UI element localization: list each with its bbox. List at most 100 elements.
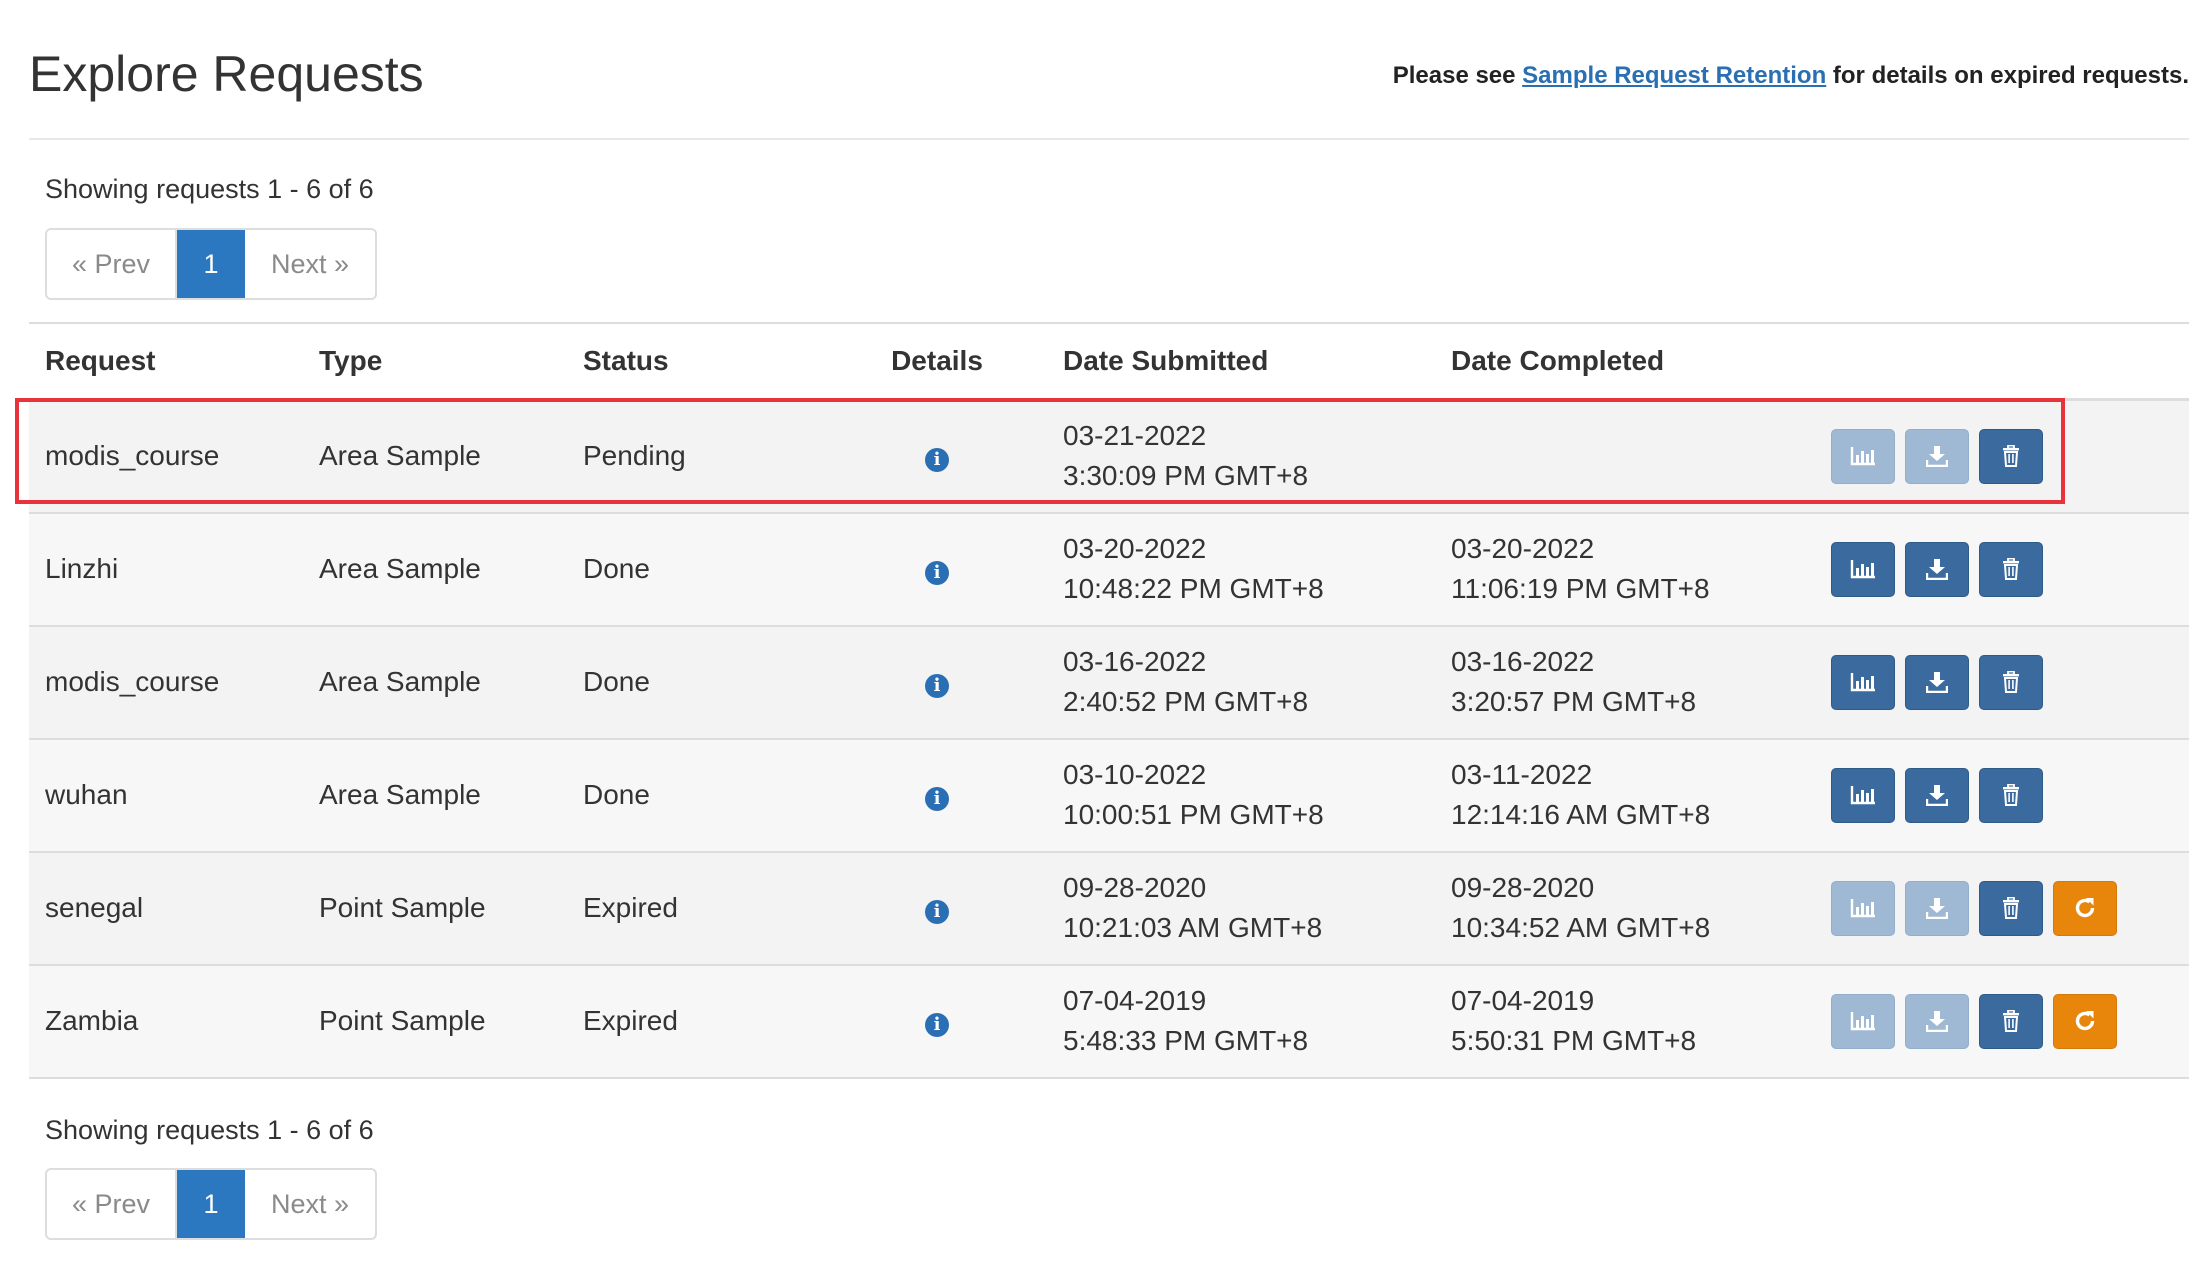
completed-date: 07-04-2019: [1451, 985, 1595, 1016]
download-button[interactable]: [1905, 993, 1969, 1049]
resubmit-button[interactable]: [2053, 880, 2117, 936]
delete-button[interactable]: [1979, 428, 2043, 484]
details-cell: i: [827, 851, 1047, 966]
view-chart-button[interactable]: [1831, 654, 1895, 710]
date-submitted-cell: 09-28-2020 10:21:03 AM GMT+8: [1047, 851, 1435, 966]
next-page-button[interactable]: Next »: [245, 1170, 375, 1238]
prev-page-button[interactable]: « Prev: [47, 1170, 177, 1238]
column-header-details: Details: [827, 323, 1047, 401]
details-cell: i: [827, 738, 1047, 853]
download-button[interactable]: [1905, 880, 1969, 936]
prev-page-button[interactable]: « Prev: [47, 230, 177, 298]
view-chart-button[interactable]: [1831, 993, 1895, 1049]
info-icon[interactable]: i: [925, 674, 949, 698]
download-button[interactable]: [1905, 654, 1969, 710]
table-header-row: Request Type Status Details Date Submitt…: [29, 323, 2189, 401]
delete-button[interactable]: [1979, 880, 2043, 936]
view-chart-button[interactable]: [1831, 767, 1895, 823]
delete-button[interactable]: [1979, 767, 2043, 823]
download-icon: [1926, 672, 1948, 693]
actions-cell: [1815, 964, 2189, 1079]
info-icon[interactable]: i: [925, 561, 949, 585]
trash-icon: [2003, 671, 2019, 693]
bar-chart-icon: [1850, 447, 1875, 466]
download-button[interactable]: [1905, 541, 1969, 597]
view-chart-button[interactable]: [1831, 880, 1895, 936]
bar-chart-icon: [1850, 673, 1875, 692]
date-submitted-cell: 03-21-2022 3:30:09 PM GMT+8: [1047, 399, 1435, 514]
column-header-status[interactable]: Status: [567, 323, 827, 401]
date-completed-cell: 03-11-2022 12:14:16 AM GMT+8: [1435, 738, 1815, 853]
request-type: Point Sample: [303, 851, 567, 966]
request-type: Area Sample: [303, 512, 567, 627]
delete-button[interactable]: [1979, 993, 2043, 1049]
download-icon: [1926, 1011, 1948, 1032]
sample-request-retention-link[interactable]: Sample Request Retention: [1522, 62, 1826, 89]
column-header-request[interactable]: Request: [29, 323, 303, 401]
bar-chart-icon: [1850, 899, 1875, 918]
request-name-link[interactable]: modis_course: [29, 625, 303, 740]
date-completed-cell: 07-04-2019 5:50:31 PM GMT+8: [1435, 964, 1815, 1079]
showing-count-top: Showing requests 1 - 6 of 6: [45, 174, 374, 204]
details-cell: i: [827, 625, 1047, 740]
date-submitted-cell: 07-04-2019 5:48:33 PM GMT+8: [1047, 964, 1435, 1079]
bar-chart-icon: [1850, 1012, 1875, 1031]
column-header-date-submitted[interactable]: Date Submitted: [1047, 323, 1435, 401]
request-type: Area Sample: [303, 625, 567, 740]
completed-time: 3:20:57 PM GMT+8: [1451, 686, 1697, 717]
submitted-time: 10:48:22 PM GMT+8: [1063, 573, 1324, 604]
trash-icon: [2003, 784, 2019, 806]
submitted-date: 03-21-2022: [1063, 420, 1207, 452]
pagination-bottom: « Prev 1 Next »: [45, 1168, 377, 1240]
submitted-time: 5:48:33 PM GMT+8: [1063, 1025, 1309, 1056]
refresh-icon: [2075, 898, 2095, 918]
completed-date: 03-20-2022: [1451, 533, 1595, 564]
request-type: Area Sample: [303, 738, 567, 853]
pagination-top: « Prev 1 Next »: [45, 228, 377, 300]
retention-note-prefix: Please see: [1392, 62, 1523, 89]
delete-button[interactable]: [1979, 541, 2043, 597]
download-button[interactable]: [1905, 428, 1969, 484]
actions-cell: [1815, 851, 2189, 966]
completed-time: 5:50:31 PM GMT+8: [1451, 1025, 1697, 1056]
info-icon[interactable]: i: [925, 448, 949, 473]
column-header-type[interactable]: Type: [303, 323, 567, 401]
date-completed-cell: 09-28-2020 10:34:52 AM GMT+8: [1435, 851, 1815, 966]
retention-note-suffix: for details on expired requests.: [1826, 62, 2189, 89]
resubmit-button[interactable]: [2053, 993, 2117, 1049]
completed-time: 11:06:19 PM GMT+8: [1451, 573, 1710, 604]
refresh-icon: [2075, 1011, 2095, 1031]
actions-cell: [1815, 512, 2189, 627]
request-status: Pending: [567, 399, 827, 514]
submitted-date: 09-28-2020: [1063, 872, 1207, 903]
submitted-date: 03-10-2022: [1063, 759, 1207, 790]
download-button[interactable]: [1905, 767, 1969, 823]
details-cell: i: [827, 399, 1047, 514]
info-icon[interactable]: i: [925, 900, 949, 924]
date-completed-cell: [1435, 399, 1815, 514]
info-icon[interactable]: i: [925, 1013, 949, 1037]
column-header-date-completed[interactable]: Date Completed: [1435, 323, 1815, 401]
view-chart-button[interactable]: [1831, 541, 1895, 597]
request-name: modis_course: [29, 399, 303, 514]
showing-count-bottom: Showing requests 1 - 6 of 6: [45, 1115, 374, 1145]
page-1-button[interactable]: 1: [177, 230, 245, 298]
view-chart-button[interactable]: [1831, 428, 1895, 484]
page-title: Explore Requests: [29, 46, 424, 102]
submitted-time: 10:21:03 AM GMT+8: [1063, 912, 1323, 943]
page-1-button[interactable]: 1: [177, 1170, 245, 1238]
table-row: Zambia Point Sample Expired i 07-04-2019…: [29, 964, 2189, 1079]
request-name-link[interactable]: Linzhi: [29, 512, 303, 627]
bar-chart-icon: [1850, 786, 1875, 805]
completed-date: 09-28-2020: [1451, 872, 1595, 903]
trash-icon: [2003, 1010, 2019, 1032]
completed-time: 10:34:52 AM GMT+8: [1451, 912, 1711, 943]
completed-date: 03-16-2022: [1451, 646, 1595, 677]
date-submitted-cell: 03-16-2022 2:40:52 PM GMT+8: [1047, 625, 1435, 740]
request-name-link[interactable]: wuhan: [29, 738, 303, 853]
next-page-button[interactable]: Next »: [245, 230, 375, 298]
trash-icon: [2003, 445, 2019, 468]
delete-button[interactable]: [1979, 654, 2043, 710]
info-icon[interactable]: i: [925, 787, 949, 811]
table-row: modis_course Area Sample Pending i 03-21…: [29, 399, 2189, 514]
